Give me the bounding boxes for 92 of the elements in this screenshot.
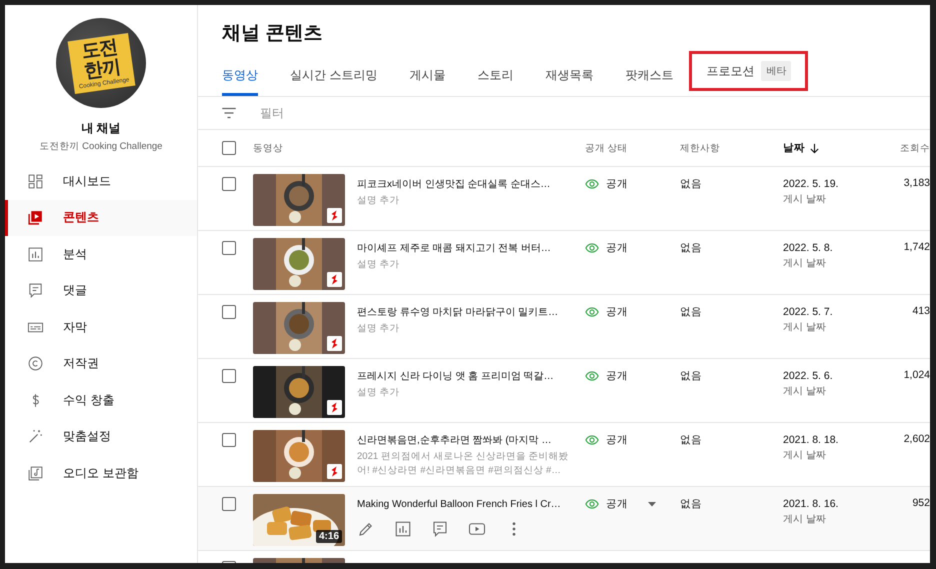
views-count: 2,602 — [904, 432, 930, 445]
music-library-icon — [27, 464, 44, 482]
date-text: 2022. 5. 7. — [783, 305, 833, 319]
dashboard-icon — [27, 172, 44, 190]
video-title[interactable]: 피코크x네이버 인생맛집 순대실록 순대스… — [357, 177, 550, 192]
eye-icon — [585, 369, 599, 383]
tab[interactable]: 재생목록 — [545, 54, 594, 96]
video-description: 설명 추가 — [357, 194, 400, 208]
bar-chart-icon[interactable] — [394, 520, 412, 538]
views-count: 1,742 — [904, 240, 930, 253]
video-description: 설명 추가 — [357, 258, 400, 272]
column-header: 조회수 — [900, 142, 930, 154]
date-text: 2022. 5. 8. — [783, 241, 833, 255]
channel-heading: 내 채널 — [81, 120, 121, 137]
restrictions-text: 없음 — [680, 305, 703, 320]
filter-field[interactable]: 필터 — [260, 106, 380, 120]
bar-chart-icon — [27, 246, 44, 263]
caret-icon[interactable] — [647, 499, 657, 509]
eye-icon — [585, 241, 599, 255]
sidebar-item[interactable]: 맞춤설정 — [5, 418, 197, 455]
checkbox[interactable] — [222, 177, 236, 191]
date-text: 2022. 5. 19. — [783, 177, 838, 191]
tab[interactable]: 동영상 — [222, 54, 258, 96]
eye-icon — [585, 433, 599, 447]
sidebar-item[interactable]: 대시보드 — [5, 163, 197, 200]
date-text: 2022. 5. 6. — [783, 369, 833, 383]
sidebar-item[interactable]: 오디오 보관함 — [5, 455, 197, 492]
copyright-icon — [27, 355, 44, 372]
video-description: 2021 편의점에서 새로나온 신상라면을 준비해봤어! #신상라면 #신라면볶음면 #편의점신상 #… — [357, 450, 570, 478]
checkbox[interactable] — [222, 433, 236, 447]
sort-arrow-icon[interactable] — [809, 142, 820, 154]
column-header[interactable]: 날짜 — [783, 141, 805, 155]
video-title[interactable]: 마이셰프 제주로 매콤 돼지고기 전복 버터… — [357, 241, 551, 256]
eye-icon — [585, 177, 599, 191]
checkbox[interactable] — [222, 497, 236, 511]
tab[interactable]: 게시물 — [409, 54, 446, 96]
tab[interactable]: 실시간 스트리밍 — [290, 54, 378, 96]
sidebar-item[interactable]: 댓글 — [5, 272, 197, 309]
video-description: 설명 추가 — [357, 322, 400, 336]
checkbox[interactable] — [222, 241, 236, 255]
page-title: 채널 콘텐츠 — [221, 22, 322, 46]
visibility-status: 공개 — [606, 177, 628, 191]
video-title[interactable]: Making Wonderful Balloon French Fries l Cr… — [357, 497, 561, 512]
select-all-checkbox[interactable] — [222, 141, 236, 155]
views-count: 1,024 — [904, 368, 930, 381]
date-label: 게시 날짜 — [783, 513, 826, 527]
checkbox[interactable] — [222, 305, 236, 319]
video-title[interactable]: 신라면볶음면,순후추라면 짬쏴봐 (마지막 … — [357, 433, 552, 448]
views-count: 952 — [912, 496, 930, 509]
views-count: 3,183 — [904, 176, 930, 189]
date-label: 게시 날짜 — [783, 321, 826, 335]
video-library-icon — [27, 209, 44, 226]
visibility-status: 공개 — [606, 433, 628, 447]
comment-icon[interactable] — [431, 520, 449, 538]
date-label: 게시 날짜 — [783, 257, 826, 271]
sidebar-item[interactable]: 자막 — [5, 309, 197, 346]
date-text: 2021. 8. 16. — [783, 497, 838, 511]
video-title[interactable]: 프레시지 신라 다이닝 앳 홈 프리미엄 떡갈… — [357, 369, 554, 384]
restrictions-text: 없음 — [680, 497, 703, 512]
checkbox[interactable] — [222, 369, 236, 383]
restrictions-text: 없음 — [680, 177, 703, 192]
restrictions-text: 없음 — [680, 369, 703, 384]
date-label: 게시 날짜 — [783, 193, 826, 207]
views-count: 413 — [912, 304, 930, 317]
eye-icon — [585, 497, 599, 511]
sidebar-item[interactable]: 수익 창출 — [5, 382, 197, 418]
eye-icon — [585, 305, 599, 319]
date-label: 게시 날짜 — [783, 449, 826, 463]
date-text: 2021. 8. 18. — [783, 433, 838, 447]
column-header: 제한사항 — [680, 142, 721, 154]
column-header: 공개 상태 — [585, 142, 629, 154]
sidebar-item[interactable]: 분석 — [5, 236, 197, 272]
sidebar-item[interactable]: 콘텐츠 — [5, 200, 197, 236]
tab[interactable]: 스토리 — [477, 54, 514, 96]
tab[interactable]: 팟캐스트 — [625, 54, 674, 96]
video-description: 설명 추가 — [357, 386, 400, 400]
visibility-status: 공개 — [606, 305, 628, 319]
visibility-status: 공개 — [606, 497, 628, 511]
date-label: 게시 날짜 — [783, 385, 826, 399]
sidebar-item[interactable]: 저작권 — [5, 346, 197, 382]
restrictions-text: 없음 — [680, 241, 703, 256]
magic-wand-icon — [27, 428, 44, 446]
column-header: 동영상 — [253, 142, 284, 154]
channel-name: 도전한끼 Cooking Challenge — [40, 140, 162, 153]
tab[interactable]: 프로모션 베타 — [706, 58, 792, 84]
video-title[interactable]: 편스토랑 류수영 마치닭 마라닭구이 밀키트… — [357, 305, 558, 320]
comment-icon — [27, 282, 44, 300]
visibility-status: 공개 — [606, 369, 628, 383]
duration-badge: 4:16 — [316, 530, 342, 543]
restrictions-text: 없음 — [680, 433, 703, 448]
play-icon[interactable] — [468, 520, 486, 538]
visibility-status: 공개 — [606, 241, 628, 255]
